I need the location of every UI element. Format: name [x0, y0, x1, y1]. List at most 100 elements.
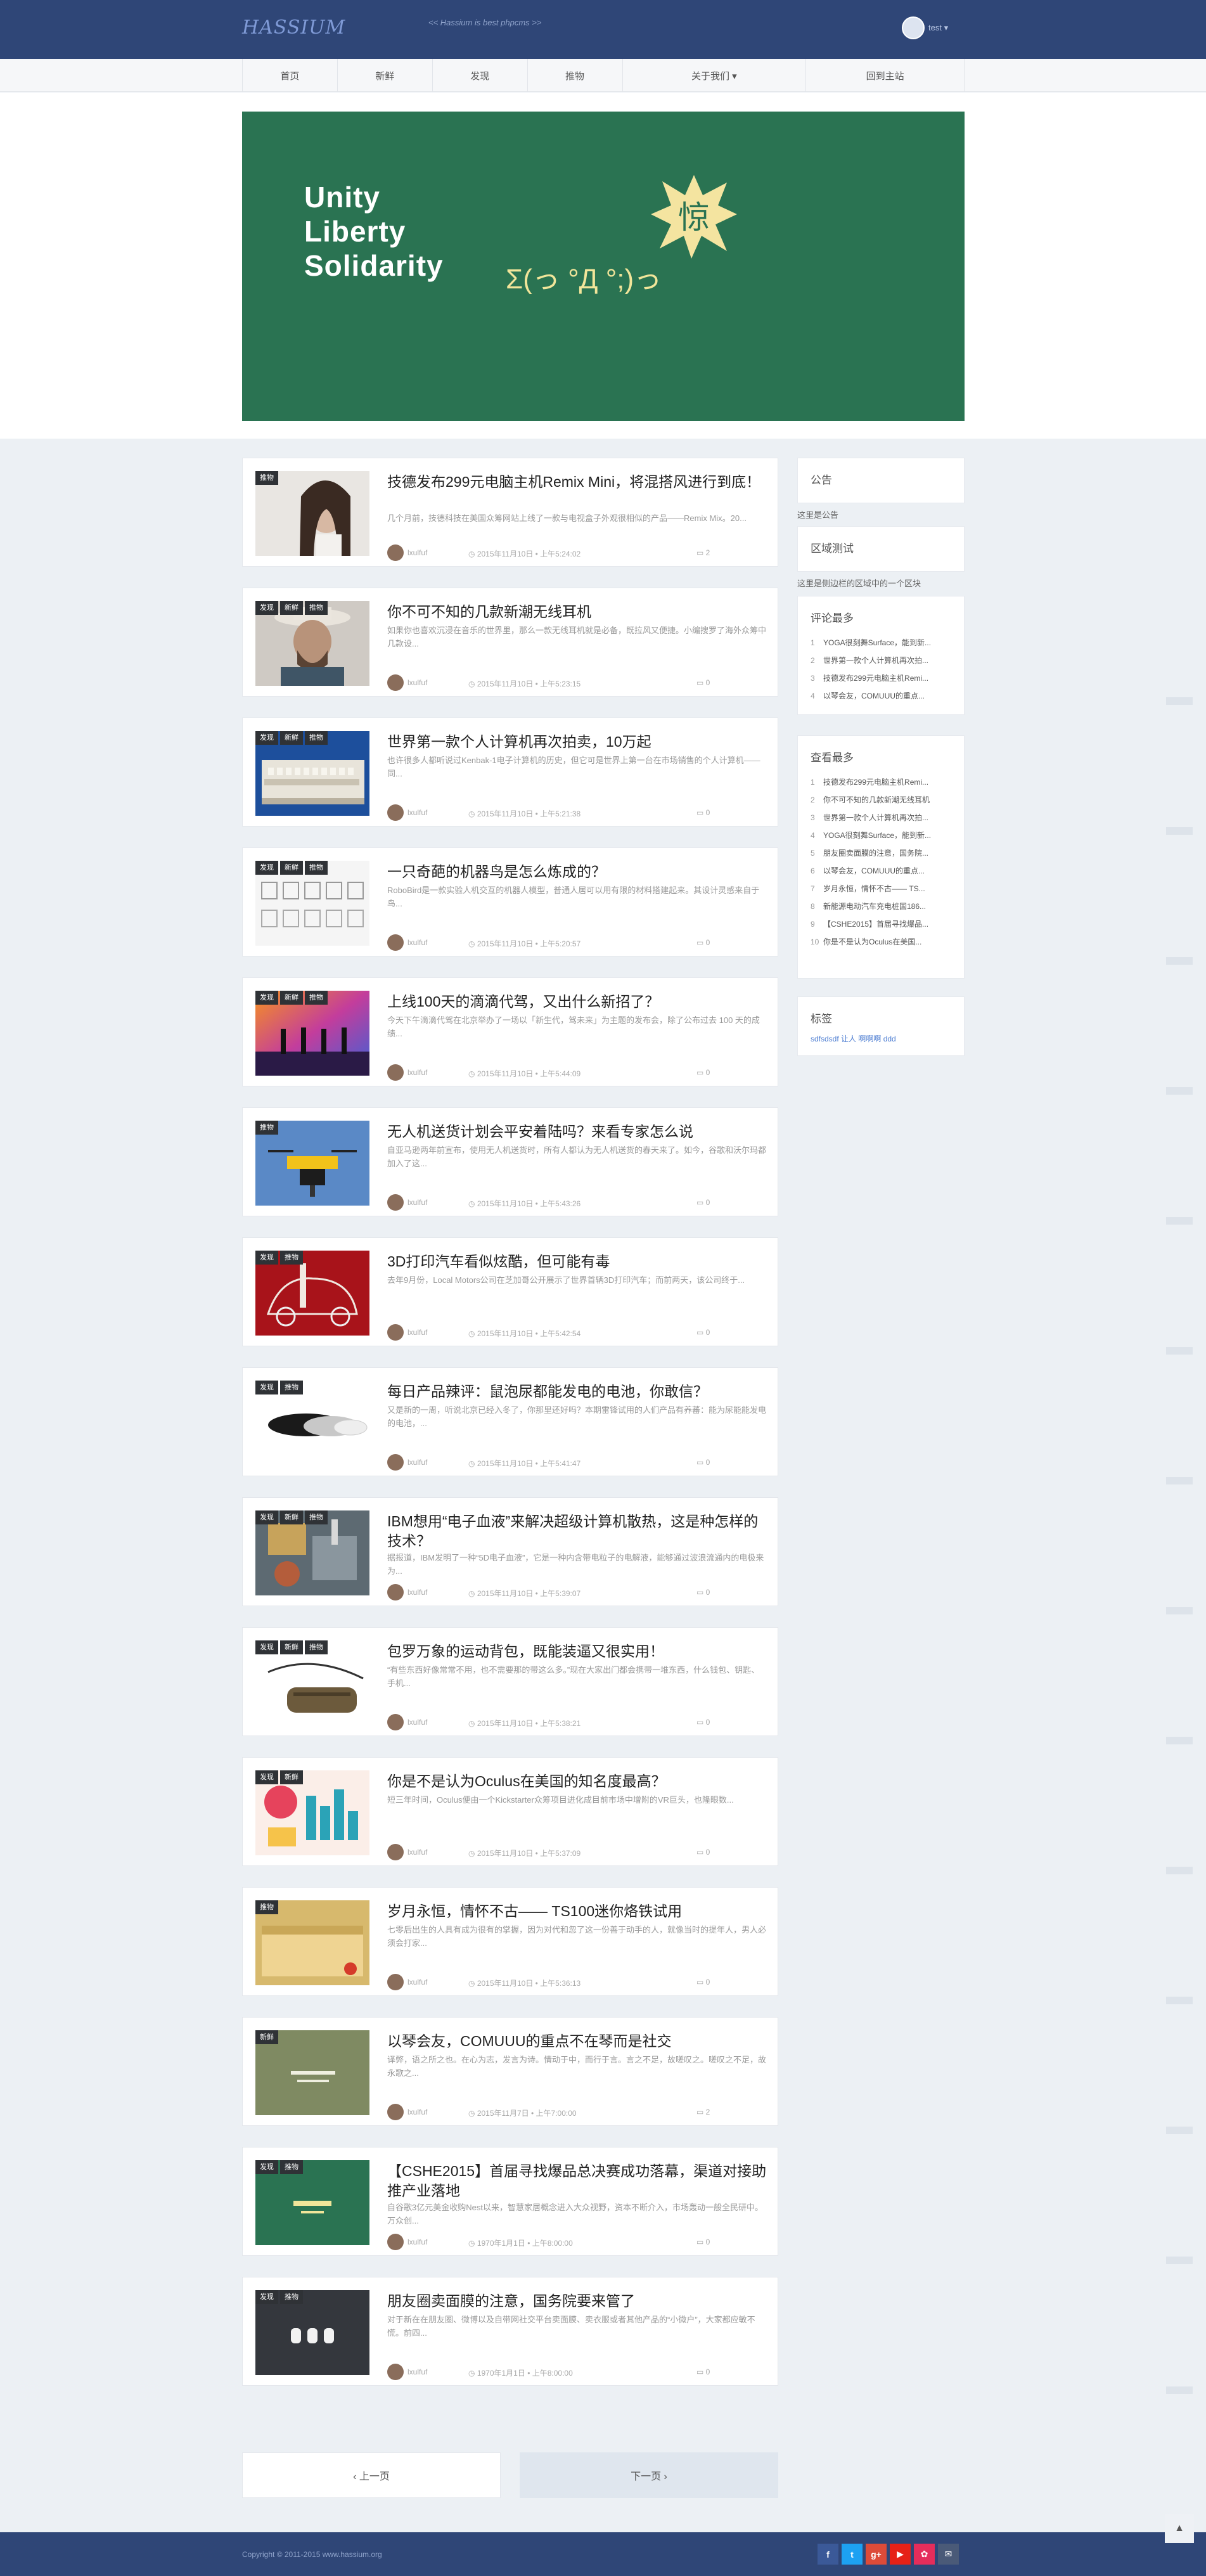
category-tag[interactable]: 新鲜	[280, 601, 303, 615]
article-title[interactable]: 技德发布299元电脑主机Remix Mini，将混搭风进行到底！	[387, 472, 767, 492]
category-tag[interactable]: 推物	[305, 601, 328, 615]
article-card[interactable]: 发现 新鲜 推物 一只奇葩的机器鸟是怎么炼成的？ RoboBird是一款实验人机交互的机…	[242, 847, 778, 956]
comment-count[interactable]: ▭ 0	[696, 1328, 710, 1337]
article-title[interactable]: 无人机送货计划会平安着陆吗？来看专家怎么说	[387, 1122, 767, 1142]
prev-page-button[interactable]: ‹ 上一页	[242, 2452, 501, 2498]
rank-item[interactable]: 1 YOGA很刻舞Surface，能到新...	[811, 634, 951, 652]
article-title[interactable]: 每日产品辣评：鼠泡尿都能发电的电池，你敢信？	[387, 1382, 767, 1401]
user-avatar[interactable]	[902, 16, 925, 39]
hero-banner[interactable]: Unity Liberty Solidarity Σ(っ °Д °;)っ 惊	[242, 112, 965, 421]
article-card[interactable]: 推物 岁月永恒，情怀不古—— TS100迷你烙铁试用 七零后出生的人具有成为很有的掌…	[242, 1887, 778, 1996]
author-name[interactable]: lxulfuf	[407, 1328, 427, 1337]
comment-count[interactable]: ▭ 0	[696, 1068, 710, 1077]
article-title[interactable]: 包罗万象的运动背包，既能装逼又很实用！	[387, 1642, 767, 1661]
youtube-icon[interactable]: ▶	[890, 2544, 911, 2565]
nav-item-1[interactable]: 新鲜	[338, 59, 433, 92]
rank-link[interactable]: YOGA很刻舞Surface，能到新...	[823, 831, 931, 840]
nav-item-2[interactable]: 发现	[433, 59, 528, 92]
category-tag[interactable]: 发现	[255, 991, 278, 1005]
next-page-button[interactable]: 下一页 ›	[520, 2452, 778, 2498]
author-avatar[interactable]	[387, 1194, 404, 1211]
article-title[interactable]: 你是不是认为Oculus在美国的知名度最高？	[387, 1772, 767, 1791]
article-title[interactable]: 上线100天的滴滴代驾，又出什么新招了？	[387, 992, 767, 1012]
article-card[interactable]: 发现 新鲜 推物 世界第一款个人计算机再次拍卖，10万起 也许很多人都听说过Kenbak…	[242, 718, 778, 827]
category-tag[interactable]: 新鲜	[280, 731, 303, 745]
comment-count[interactable]: ▭ 0	[696, 1978, 710, 1987]
comment-count[interactable]: ▭ 0	[696, 808, 710, 817]
author-name[interactable]: lxulfuf	[407, 938, 427, 947]
user-label[interactable]: test ▾	[928, 23, 948, 33]
category-tag[interactable]: 推物	[305, 861, 328, 875]
category-tag[interactable]: 发现	[255, 1640, 278, 1654]
author-name[interactable]: lxulfuf	[407, 548, 427, 557]
back-to-top-button[interactable]: ▲	[1165, 2514, 1194, 2543]
rank-link[interactable]: 以琴会友，COMUUU的重点...	[823, 866, 925, 875]
author-name[interactable]: lxulfuf	[407, 1848, 427, 1857]
comment-count[interactable]: ▭ 0	[696, 678, 710, 687]
rank-item[interactable]: 1 技德发布299元电脑主机Remi...	[811, 773, 951, 791]
category-tag[interactable]: 发现	[255, 1510, 278, 1524]
rank-link[interactable]: YOGA很刻舞Surface，能到新...	[823, 638, 931, 647]
facebook-icon[interactable]: f	[818, 2544, 838, 2565]
comment-count[interactable]: ▭ 0	[696, 1458, 710, 1467]
category-tag[interactable]: 推物	[280, 1251, 303, 1265]
article-title[interactable]: 朋友圈卖面膜的注意，国务院要来管了	[387, 2291, 767, 2311]
comment-count[interactable]: ▭ 0	[696, 2238, 710, 2246]
comment-count[interactable]: ▭ 0	[696, 1848, 710, 1857]
author-avatar[interactable]	[387, 2104, 404, 2120]
author-avatar[interactable]	[387, 804, 404, 821]
author-avatar[interactable]	[387, 2234, 404, 2250]
article-card[interactable]: 发现 推物 每日产品辣评：鼠泡尿都能发电的电池，你敢信？ 又是新的一周，听说北京已经入…	[242, 1367, 778, 1476]
nav-item-0[interactable]: 首页	[243, 59, 338, 92]
article-title[interactable]: 你不可不知的几款新潮无线耳机	[387, 602, 767, 622]
rank-link[interactable]: 世界第一款个人计算机再次拍...	[823, 656, 928, 665]
category-tag[interactable]: 新鲜	[280, 861, 303, 875]
rank-item[interactable]: 5 朋友圈卖面膜的注意，国务院...	[811, 844, 951, 862]
rank-item[interactable]: 9 【CSHE2015】首届寻找爆品...	[811, 915, 951, 933]
article-title[interactable]: 【CSHE2015】首届寻找爆品总决赛成功落幕，渠道对接助推产业落地	[387, 2161, 767, 2201]
rank-link[interactable]: 【CSHE2015】首届寻找爆品...	[823, 920, 928, 929]
author-name[interactable]: lxulfuf	[407, 1978, 427, 1987]
author-name[interactable]: lxulfuf	[407, 808, 427, 817]
article-title[interactable]: 以琴会友，COMUUU的重点不在琴而是社交	[387, 2032, 767, 2051]
nav-item-4[interactable]: 关于我们 ▾	[623, 59, 807, 92]
category-tag[interactable]: 发现	[255, 1251, 278, 1265]
comment-count[interactable]: ▭ 0	[696, 1718, 710, 1727]
rank-item[interactable]: 2 你不可不知的几款新潮无线耳机	[811, 791, 951, 809]
tag-links[interactable]: sdfsdsdf 让人 啊啊啊 ddd	[798, 1026, 964, 1052]
rank-item[interactable]: 3 技德发布299元电脑主机Remi...	[811, 669, 951, 687]
rank-item[interactable]: 3 世界第一款个人计算机再次拍...	[811, 809, 951, 827]
author-avatar[interactable]	[387, 1714, 404, 1730]
category-tag[interactable]: 推物	[280, 2290, 303, 2304]
rank-item[interactable]: 7 岁月永恒，情怀不古—— TS...	[811, 880, 951, 898]
article-card[interactable]: 发现 新鲜 推物 上线100天的滴滴代驾，又出什么新招了？ 今天下午滴滴代驾在北京举办了…	[242, 977, 778, 1086]
rank-item[interactable]: 10 你是不是认为Oculus在美国...	[811, 933, 951, 951]
rank-link[interactable]: 技德发布299元电脑主机Remi...	[823, 674, 928, 683]
author-name[interactable]: lxulfuf	[407, 2367, 427, 2376]
article-title[interactable]: IBM想用“电子血液”来解决超级计算机散热，这是种怎样的技术？	[387, 1512, 767, 1551]
category-tag[interactable]: 发现	[255, 601, 278, 615]
category-tag[interactable]: 推物	[255, 1121, 278, 1135]
category-tag[interactable]: 推物	[280, 2160, 303, 2174]
author-avatar[interactable]	[387, 2364, 404, 2380]
author-name[interactable]: lxulfuf	[407, 2108, 427, 2116]
author-avatar[interactable]	[387, 1844, 404, 1860]
rank-link[interactable]: 新能源电动汽车充电桩国186...	[823, 902, 926, 911]
flickr-icon[interactable]: ✿	[914, 2544, 935, 2565]
article-card[interactable]: 新鲜 以琴会友，COMUUU的重点不在琴而是社交 译弊，语之所之也。在心为志，发言为…	[242, 2017, 778, 2126]
article-card[interactable]: 发现 新鲜 你是不是认为Oculus在美国的知名度最高？ 短三年时间，Oculus便由…	[242, 1757, 778, 1866]
article-card[interactable]: 发现 推物 【CSHE2015】首届寻找爆品总决赛成功落幕，渠道对接助推产业落地 自谷…	[242, 2147, 778, 2256]
comment-count[interactable]: ▭ 2	[696, 548, 710, 557]
user-menu[interactable]: test ▾	[902, 15, 948, 41]
author-name[interactable]: lxulfuf	[407, 1198, 427, 1207]
author-name[interactable]: lxulfuf	[407, 678, 427, 687]
category-tag[interactable]: 新鲜	[280, 991, 303, 1005]
article-title[interactable]: 世界第一款个人计算机再次拍卖，10万起	[387, 732, 767, 752]
article-card[interactable]: 发现 推物 3D打印汽车看似炫酷，但可能有毒 去年9月份，Local Motors公司…	[242, 1237, 778, 1346]
category-tag[interactable]: 新鲜	[280, 1510, 303, 1524]
author-avatar[interactable]	[387, 1064, 404, 1081]
category-tag[interactable]: 推物	[305, 731, 328, 745]
rank-link[interactable]: 朋友圈卖面膜的注意，国务院...	[823, 849, 928, 858]
comment-count[interactable]: ▭ 0	[696, 2367, 710, 2376]
category-tag[interactable]: 推物	[305, 991, 328, 1005]
